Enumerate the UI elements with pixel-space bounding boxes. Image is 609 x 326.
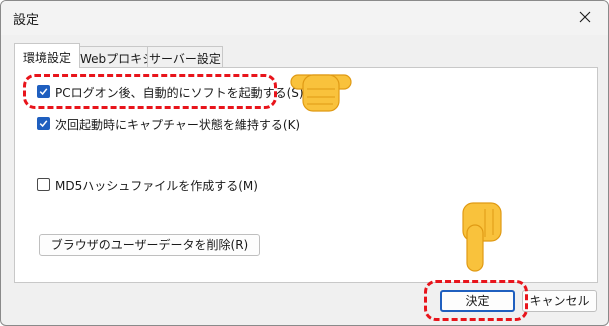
highlight-ok-button [424, 280, 528, 321]
md5-checkbox[interactable] [37, 178, 50, 191]
keep-capture-checkbox[interactable] [37, 117, 50, 130]
keep-capture-label: 次回起動時にキャプチャー状態を維持する(K) [55, 118, 301, 132]
keep-capture-option[interactable]: 次回起動時にキャプチャー状態を維持する(K) [37, 115, 300, 133]
tab-web-proxy[interactable]: Webプロキシ [79, 46, 155, 67]
tab-environment[interactable]: 環境設定 [14, 43, 80, 68]
title-bar: 設定 [1, 1, 608, 35]
checkmark-icon [39, 120, 48, 128]
tab-server-settings[interactable]: サーバー設定 [147, 46, 223, 67]
cancel-button[interactable]: キャンセル [522, 290, 597, 312]
tab-environment-label: 環境設定 [22, 51, 71, 65]
close-icon [579, 11, 591, 23]
tab-server-settings-label: サーバー設定 [149, 52, 221, 66]
pointing-hand-icon [290, 74, 352, 112]
highlight-autostart [23, 74, 277, 109]
delete-browser-data-button[interactable]: ブラウザのユーザーデータを削除(R) [39, 234, 260, 256]
close-button[interactable] [564, 1, 608, 35]
md5-option[interactable]: MD5ハッシュファイルを作成する(M) [37, 176, 258, 194]
pointing-hand-icon [462, 202, 502, 272]
md5-label: MD5ハッシュファイルを作成する(M) [55, 179, 258, 193]
window-title: 設定 [13, 13, 40, 28]
settings-dialog: 設定 環境設定 Webプロキシ サーバー設定 PCログオン後、自動的にソフトを起… [0, 0, 609, 326]
tab-web-proxy-label: Webプロキシ [80, 52, 155, 66]
